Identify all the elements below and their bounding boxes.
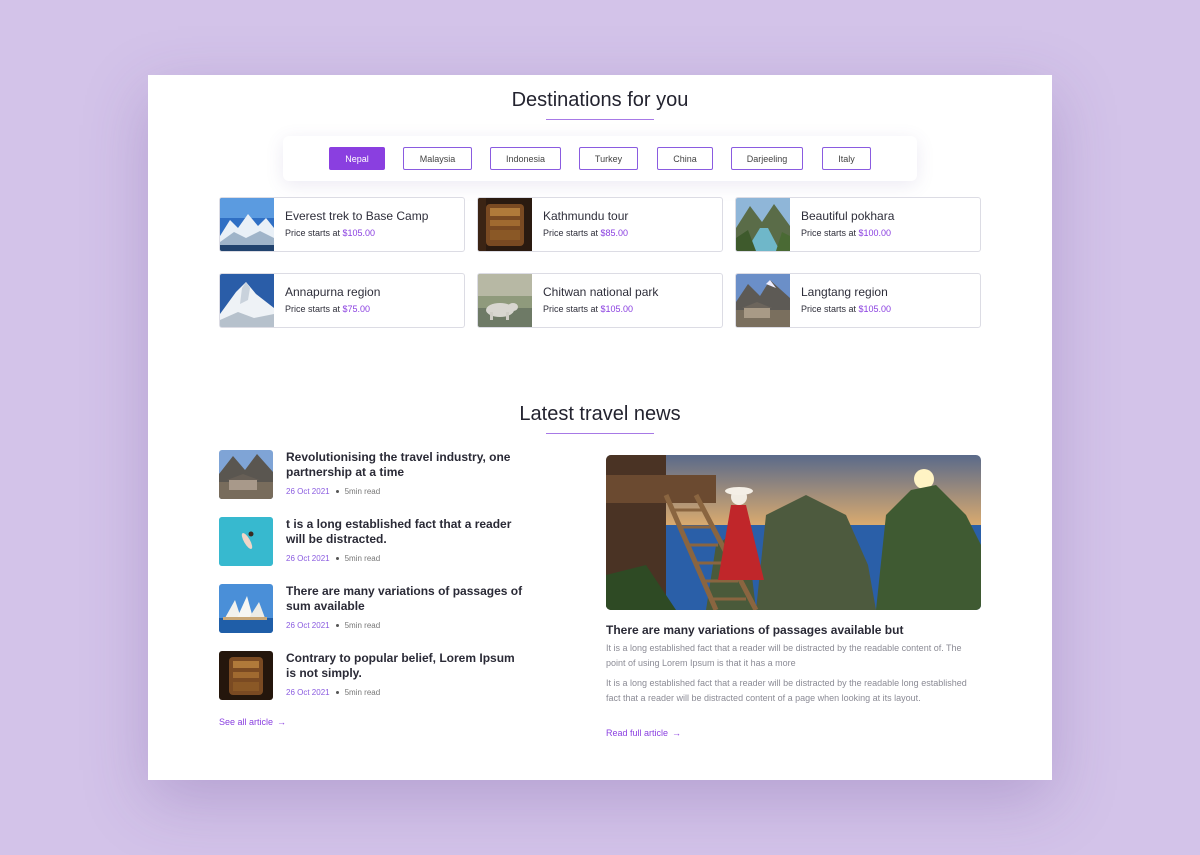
destination-card-chitwan[interactable]: Chitwan national park Price starts at $1… — [477, 273, 723, 328]
tab-turkey[interactable]: Turkey — [579, 147, 638, 170]
news-item: t is a long established fact that a read… — [219, 517, 529, 567]
news-item-meta: 26 Oct 2021 5min read — [286, 688, 380, 697]
destination-card-pokhara[interactable]: Beautiful pokhara Price starts at $100.0… — [735, 197, 981, 252]
news-date: 26 Oct 2021 — [286, 554, 330, 563]
mountain-village-image — [736, 274, 790, 327]
read-time: 5min read — [344, 621, 381, 630]
news-item: Revolutionising the travel industry, one… — [219, 450, 529, 500]
river-valley-image — [736, 198, 790, 251]
news-title: Latest travel news — [519, 403, 681, 425]
price-amount: $85.00 — [600, 228, 629, 238]
news-date: 26 Oct 2021 — [286, 688, 330, 697]
read-more-label: Read full article — [606, 728, 669, 738]
news-title-underline — [546, 433, 654, 434]
destination-price: Price starts at $105.00 — [285, 228, 375, 238]
swimmer-pool-image — [219, 517, 273, 566]
destination-card-kathmandu[interactable]: Kathmundu tour Price starts at $85.00 — [477, 197, 723, 252]
price-amount: $100.00 — [858, 228, 892, 238]
destination-name: Kathmundu tour — [543, 209, 629, 223]
separator-dot — [335, 691, 339, 695]
read-full-article-link[interactable]: Read full article → — [606, 728, 681, 738]
snow-peak-image — [220, 274, 274, 327]
destination-price: Price starts at $105.00 — [543, 304, 633, 314]
feature-article-title[interactable]: There are many variations of passages av… — [606, 623, 903, 637]
price-prefix: Price starts at — [543, 304, 599, 314]
destination-price: Price starts at $75.00 — [285, 304, 370, 314]
destinations-title: Destinations for you — [511, 89, 689, 111]
news-item-title[interactable]: t is a long established fact that a read… — [286, 517, 526, 547]
arrow-right-icon: → — [277, 717, 287, 727]
news-item-meta: 26 Oct 2021 5min read — [286, 554, 380, 563]
news-date: 26 Oct 2021 — [286, 621, 330, 630]
feature-article-paragraph: It is a long established fact that a rea… — [606, 643, 962, 668]
destination-name: Langtang region — [801, 285, 888, 299]
tab-nepal[interactable]: Nepal — [329, 147, 385, 170]
snowy-mountains-image — [220, 198, 274, 251]
news-item-title[interactable]: Contrary to popular belief, Lorem Ipsum … — [286, 651, 526, 681]
destination-card-everest[interactable]: Everest trek to Base Camp Price starts a… — [219, 197, 465, 252]
see-all-label: See all article — [219, 717, 274, 727]
opera-house-image — [219, 584, 273, 633]
read-time: 5min read — [344, 487, 381, 496]
destinations-title-underline — [546, 119, 654, 120]
feature-article-paragraph: It is a long established fact that a rea… — [606, 678, 967, 703]
read-time: 5min read — [344, 554, 381, 563]
destination-card-annapurna[interactable]: Annapurna region Price starts at $75.00 — [219, 273, 465, 328]
destination-price: Price starts at $105.00 — [801, 304, 891, 314]
tab-malaysia[interactable]: Malaysia — [403, 147, 472, 170]
woman-on-cliff-ladder-image[interactable] — [606, 455, 981, 610]
tab-italy[interactable]: Italy — [822, 147, 871, 170]
mountain-village-image — [219, 450, 273, 499]
main-card: Destinations for you Nepal Malaysia Indo… — [148, 75, 1052, 780]
tab-china[interactable]: China — [657, 147, 713, 170]
see-all-articles-link[interactable]: See all article → — [219, 717, 286, 727]
separator-dot — [335, 557, 339, 561]
rhino-image — [478, 274, 532, 327]
price-amount: $105.00 — [858, 304, 892, 314]
price-prefix: Price starts at — [285, 228, 341, 238]
destination-price: Price starts at $85.00 — [543, 228, 628, 238]
separator-dot — [335, 624, 339, 628]
price-prefix: Price starts at — [285, 304, 341, 314]
destination-name: Everest trek to Base Camp — [285, 209, 429, 223]
temple-bell-image — [478, 198, 532, 251]
news-item-title[interactable]: Revolutionising the travel industry, one… — [286, 450, 526, 480]
price-amount: $105.00 — [342, 228, 376, 238]
temple-bell-image — [219, 651, 273, 700]
price-prefix: Price starts at — [801, 304, 857, 314]
news-item-title[interactable]: There are many variations of passages of… — [286, 584, 526, 614]
arrow-right-icon: → — [672, 728, 682, 738]
destination-card-langtang[interactable]: Langtang region Price starts at $105.00 — [735, 273, 981, 328]
destination-name: Beautiful pokhara — [801, 209, 895, 223]
destination-tabs: Nepal Malaysia Indonesia Turkey China Da… — [283, 136, 917, 181]
price-prefix: Price starts at — [801, 228, 857, 238]
news-item-meta: 26 Oct 2021 5min read — [286, 621, 380, 630]
news-item: There are many variations of passages of… — [219, 584, 529, 634]
news-item-meta: 26 Oct 2021 5min read — [286, 487, 380, 496]
price-prefix: Price starts at — [543, 228, 599, 238]
destination-name: Annapurna region — [285, 285, 381, 299]
price-amount: $105.00 — [600, 304, 634, 314]
tab-indonesia[interactable]: Indonesia — [490, 147, 561, 170]
separator-dot — [335, 490, 339, 494]
news-date: 26 Oct 2021 — [286, 487, 330, 496]
destination-price: Price starts at $100.00 — [801, 228, 891, 238]
price-amount: $75.00 — [342, 304, 371, 314]
tab-darjeeling[interactable]: Darjeeling — [731, 147, 803, 170]
news-item: Contrary to popular belief, Lorem Ipsum … — [219, 651, 529, 701]
destination-name: Chitwan national park — [543, 285, 659, 299]
read-time: 5min read — [344, 688, 381, 697]
